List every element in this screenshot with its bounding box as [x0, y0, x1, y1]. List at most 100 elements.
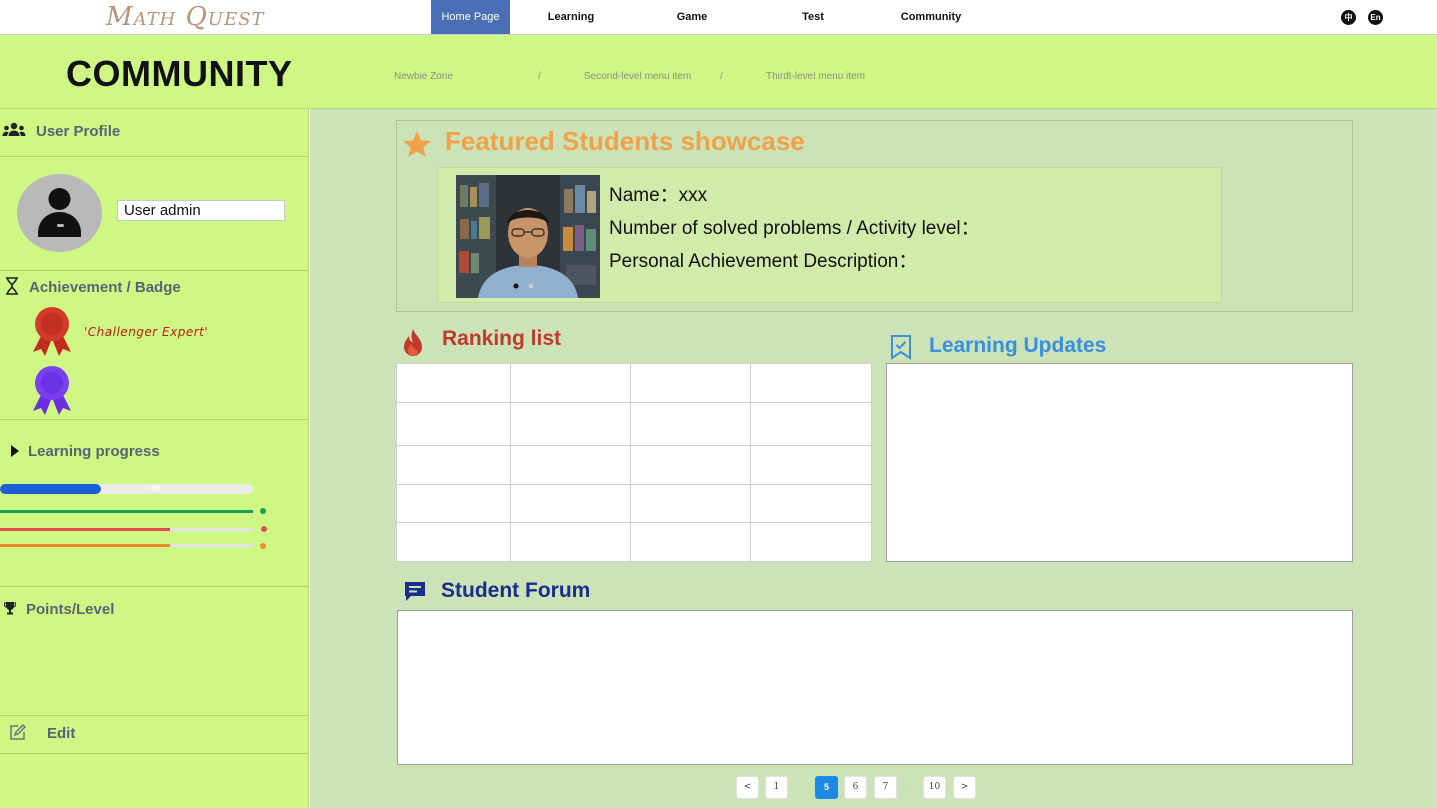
table-cell	[750, 402, 872, 446]
main-progress-bar: 60	[0, 484, 253, 494]
chat-icon	[403, 581, 427, 608]
divider	[0, 586, 309, 587]
divider	[0, 156, 309, 157]
progress-fill	[0, 544, 170, 547]
divider	[0, 419, 309, 420]
featured-students-section: Featured Students showcase Name：xxx Numb…	[396, 120, 1353, 312]
table-cell	[630, 445, 752, 485]
table-cell	[509, 484, 632, 523]
nav-home[interactable]: Home Page	[431, 0, 510, 34]
avatar[interactable]	[17, 174, 102, 252]
table-cell	[509, 363, 632, 403]
student-forum-panel[interactable]	[397, 610, 1353, 765]
table-cell	[750, 445, 872, 485]
table-row	[396, 522, 872, 562]
users-icon	[2, 122, 26, 142]
sidebar: User Profile User admin Achievement / Ba…	[0, 109, 309, 808]
table-row	[396, 484, 872, 523]
table-row	[396, 445, 872, 485]
breadcrumb-separator: /	[538, 71, 541, 82]
breadcrumb-newbie-zone[interactable]: Newbie Zone	[394, 71, 453, 82]
hourglass-badge-icon	[5, 277, 19, 299]
table-cell	[750, 363, 872, 403]
table-cell	[630, 484, 752, 523]
points-heading: Points/Level	[4, 601, 114, 619]
featured-title: Featured Students showcase	[445, 126, 805, 156]
edit-label[interactable]: Edit	[47, 725, 75, 742]
progress-fill	[0, 510, 253, 513]
featured-student-card[interactable]: Name：xxx Number of solved problems / Act…	[437, 167, 1222, 303]
progress-bar-orange	[0, 544, 253, 547]
ranking-title: Ranking list	[442, 327, 562, 350]
progress-bar-red	[0, 528, 253, 531]
badge-label: 'Challenger Expert'	[84, 325, 209, 339]
edit-icon[interactable]	[9, 723, 27, 745]
pagination-next[interactable]: >	[953, 776, 976, 799]
table-cell	[630, 522, 752, 562]
achievement-heading: Achievement / Badge	[5, 277, 181, 299]
table-cell	[396, 363, 511, 403]
table-row	[396, 363, 872, 403]
trophy-icon	[4, 601, 16, 619]
pagination-page[interactable]: 7	[874, 776, 897, 799]
nav-test[interactable]: Test	[773, 0, 853, 34]
learning-progress-heading[interactable]: Learning progress	[10, 443, 160, 461]
nav-community[interactable]: Community	[891, 0, 971, 34]
pagination-page-current[interactable]: 5	[815, 776, 838, 799]
main-progress-fill	[0, 484, 101, 494]
student-achievement: Personal Achievement Description：	[609, 251, 918, 272]
pagination-prev[interactable]: <	[736, 776, 759, 799]
table-cell	[509, 445, 632, 485]
progress-bar-green	[0, 510, 253, 513]
red-ribbon-badge-icon[interactable]	[30, 306, 74, 363]
points-label: Points/Level	[26, 601, 115, 618]
achievement-label: Achievement / Badge	[29, 278, 181, 296]
learning-progress-label: Learning progress	[28, 443, 160, 460]
table-cell	[750, 522, 872, 562]
purple-ribbon-badge-icon[interactable]	[30, 365, 74, 422]
table-cell	[509, 402, 632, 446]
student-name: Name：xxx	[609, 185, 708, 206]
pagination-page[interactable]: 10	[923, 776, 946, 799]
pagination-ellipsis: ···	[795, 781, 804, 791]
edit-button[interactable]: Edit	[9, 723, 75, 745]
table-cell	[630, 363, 752, 403]
breadcrumb-third-level[interactable]: Thirdt-level menu item	[766, 71, 865, 82]
user-profile-heading: User Profile	[2, 122, 120, 142]
divider	[0, 753, 309, 754]
page-header: COMMUNITY Newbie Zone / Second-level men…	[0, 35, 1437, 109]
table-cell	[509, 522, 632, 562]
status-dot	[260, 508, 266, 514]
table-row	[396, 402, 872, 446]
bookmark-check-icon	[890, 334, 912, 365]
user-profile-label: User Profile	[36, 122, 121, 140]
nav-game[interactable]: Game	[652, 0, 732, 34]
learning-updates-title: Learning Updates	[929, 334, 1107, 357]
language-zh-icon[interactable]: 中	[1341, 10, 1356, 25]
progress-fill	[0, 528, 170, 531]
nav-learning[interactable]: Learning	[531, 0, 611, 34]
pagination-page[interactable]: 1	[765, 776, 788, 799]
student-forum-title: Student Forum	[441, 579, 591, 602]
breadcrumb-second-level[interactable]: Second-level menu item	[584, 71, 691, 82]
top-navbar: Math Quest Home Page Learning Game Test …	[0, 0, 1437, 35]
divider	[0, 715, 309, 716]
page-title: COMMUNITY	[66, 53, 293, 94]
table-cell	[750, 484, 872, 523]
divider	[0, 270, 309, 271]
app-logo[interactable]: Math Quest	[106, 2, 265, 32]
caret-right-icon[interactable]	[10, 444, 20, 461]
username-field[interactable]: User admin	[117, 200, 285, 221]
learning-updates-panel	[886, 363, 1353, 562]
status-dot	[260, 543, 266, 549]
main-progress-value: 60	[151, 484, 160, 493]
student-photo	[456, 175, 600, 298]
main-content: Featured Students showcase Name：xxx Numb…	[310, 109, 1437, 808]
table-cell	[630, 402, 752, 446]
status-dot	[261, 526, 267, 532]
language-en-icon[interactable]: En	[1368, 10, 1383, 25]
table-cell	[396, 522, 511, 562]
star-icon	[402, 130, 432, 163]
table-cell	[396, 402, 511, 446]
pagination-page[interactable]: 6	[844, 776, 867, 799]
